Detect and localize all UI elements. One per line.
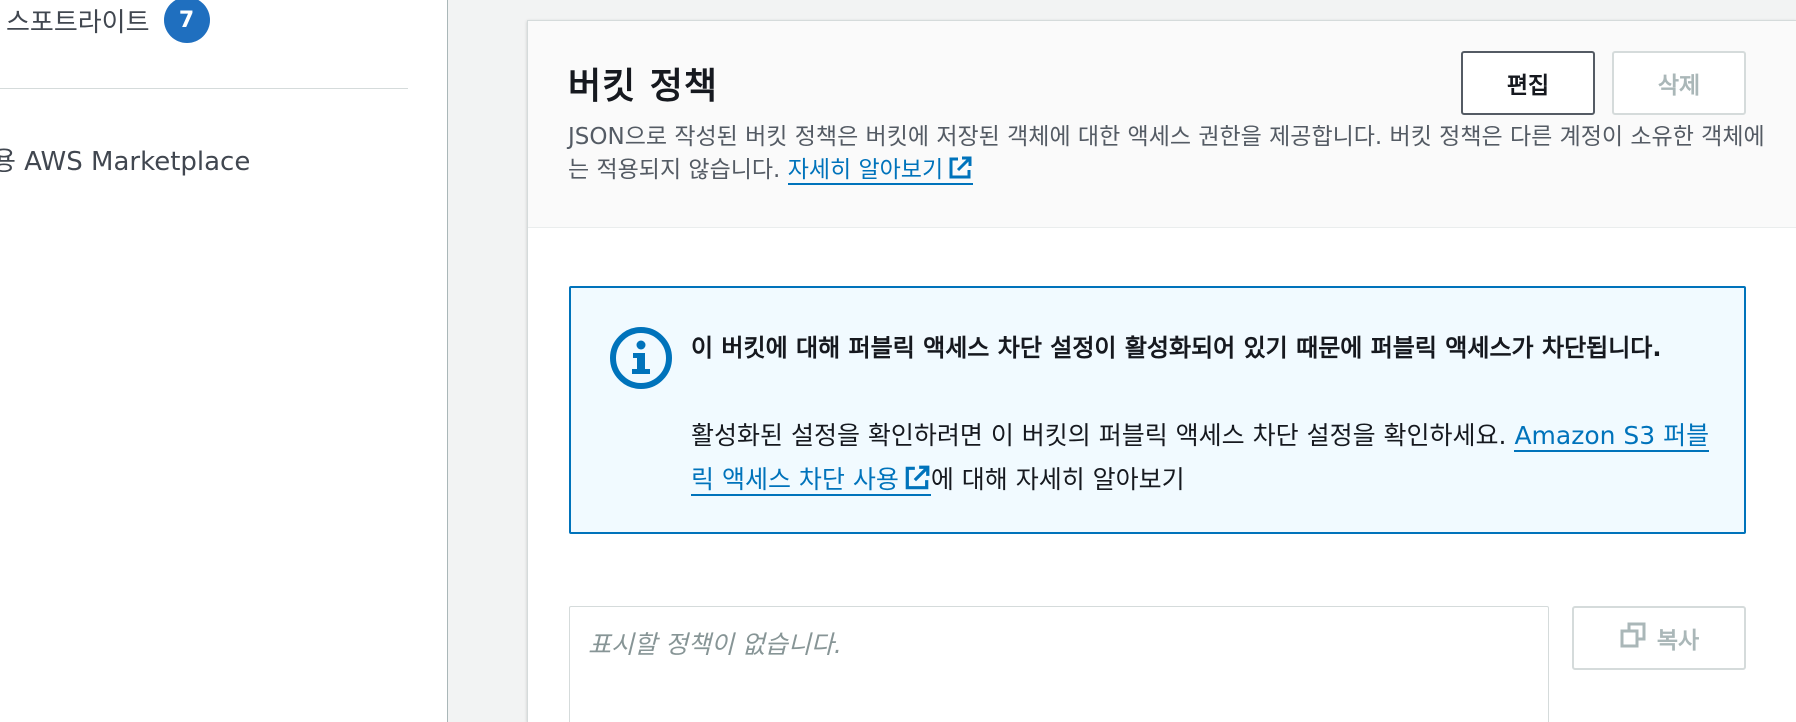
delete-button[interactable]: 삭제 [1612,51,1746,115]
alert-title: 이 버킷에 대해 퍼블릭 액세스 차단 설정이 활성화되어 있기 때문에 퍼블릭… [691,334,1662,362]
sidebar-item-spotlight[interactable]: 스포트라이트 7 [6,0,210,43]
copy-button[interactable]: 복사 [1572,606,1746,670]
sidebar: 스포트라이트 7 용 AWS Marketplace [0,0,448,722]
bucket-policy-panel: 버킷 정책 편집 삭제 JSON으로 작성된 버킷 정책은 버킷에 저장된 객체… [527,20,1796,722]
policy-display-box[interactable]: 표시할 정책이 없습니다. [569,606,1549,722]
panel-title: 버킷 정책 [568,66,719,107]
sidebar-item-label: 스포트라이트 [6,7,150,38]
sidebar-divider [0,88,408,89]
panel-description: JSON으로 작성된 버킷 정책은 버킷에 저장된 객체에 대한 액세스 권한을… [568,121,1768,191]
info-alert: 이 버킷에 대해 퍼블릭 액세스 차단 설정이 활성화되어 있기 때문에 퍼블릭… [569,286,1746,534]
external-link-icon [903,462,931,506]
panel-header: 버킷 정책 편집 삭제 JSON으로 작성된 버킷 정책은 버킷에 저장된 객체… [528,21,1796,228]
external-link-icon [947,155,973,191]
edit-button[interactable]: 편집 [1461,51,1595,115]
copy-icon [1619,621,1647,655]
alert-body-suffix: 에 대해 자세히 알아보기 [930,465,1185,494]
copy-button-label: 복사 [1656,628,1700,654]
info-icon [609,326,673,390]
learn-more-link[interactable]: 자세히 알아보기 [787,156,974,185]
sidebar-item-label: 용 AWS Marketplace [0,147,251,177]
sidebar-item-aws-marketplace[interactable]: 용 AWS Marketplace [0,141,250,178]
policy-empty-text: 표시할 정책이 없습니다. [588,630,842,659]
learn-more-link-text: 자세히 알아보기 [787,157,944,183]
notification-count-badge: 7 [163,0,210,43]
alert-body: 활성화된 설정을 확인하려면 이 버킷의 퍼블릭 액세스 차단 설정을 확인하세… [691,414,1711,506]
description-text: JSON으로 작성된 버킷 정책은 버킷에 저장된 객체에 대한 액세스 권한을… [568,124,1765,183]
alert-body-text: 활성화된 설정을 확인하려면 이 버킷의 퍼블릭 액세스 차단 설정을 확인하세… [691,421,1507,450]
